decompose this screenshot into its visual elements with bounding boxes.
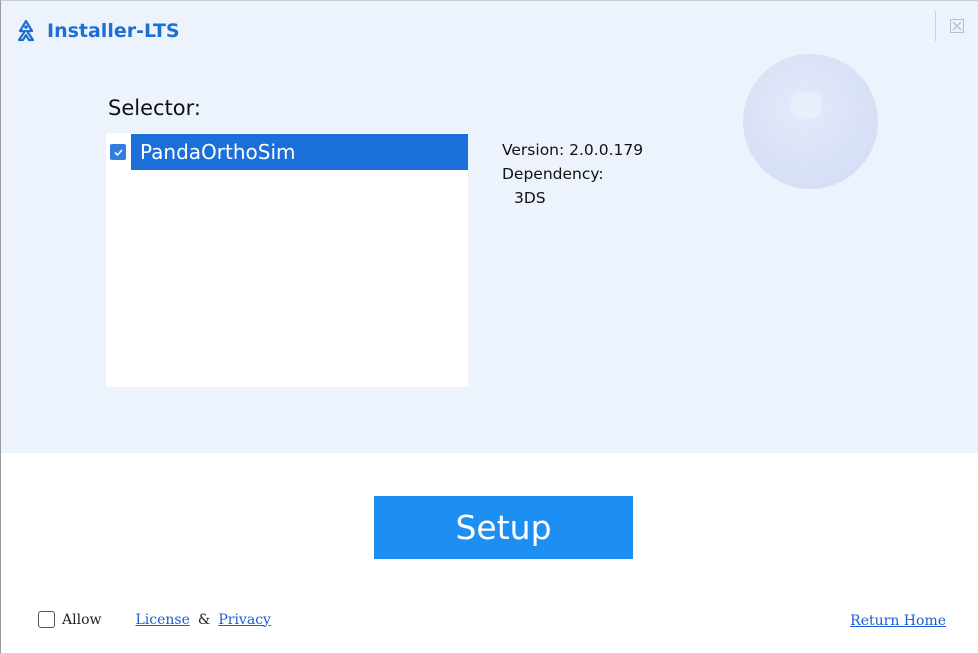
background-orb-decoration: [743, 54, 878, 189]
close-button[interactable]: [935, 11, 978, 41]
setup-button[interactable]: Setup: [374, 496, 633, 559]
checkmark-icon: [113, 148, 123, 156]
app-logo-icon: [17, 19, 35, 42]
top-panel: Installer-LTS Selector: PandaOrthoSim Ve…: [1, 1, 978, 453]
privacy-link[interactable]: Privacy: [218, 612, 271, 628]
list-item[interactable]: PandaOrthoSim: [106, 134, 468, 170]
dependency-value: 3DS: [514, 189, 546, 207]
background-orb-highlight: [791, 93, 821, 119]
consent-area: Allow License & Privacy: [38, 611, 271, 628]
package-details: Version: 2.0.0.179 Dependency: 3DS: [502, 138, 643, 210]
allow-label: Allow: [62, 611, 102, 628]
title-bar: Installer-LTS: [13, 15, 180, 47]
window-title: Installer-LTS: [47, 20, 180, 42]
ampersand-text: &: [197, 611, 211, 628]
version-text: Version: 2.0.0.179: [502, 141, 644, 159]
item-checkbox[interactable]: [110, 144, 126, 160]
return-home-link[interactable]: Return Home: [850, 613, 946, 629]
item-selection-highlight[interactable]: PandaOrthoSim: [131, 134, 468, 170]
allow-checkbox[interactable]: [38, 611, 55, 628]
return-home-area: Return Home: [850, 613, 946, 629]
selector-list[interactable]: PandaOrthoSim: [106, 133, 468, 387]
close-icon: [950, 19, 964, 33]
license-link[interactable]: License: [135, 612, 189, 628]
installer-window: Installer-LTS Selector: PandaOrthoSim Ve…: [0, 0, 978, 653]
dependency-label: Dependency:: [502, 165, 604, 183]
selector-label: Selector:: [108, 96, 201, 120]
item-label: PandaOrthoSim: [140, 140, 296, 164]
